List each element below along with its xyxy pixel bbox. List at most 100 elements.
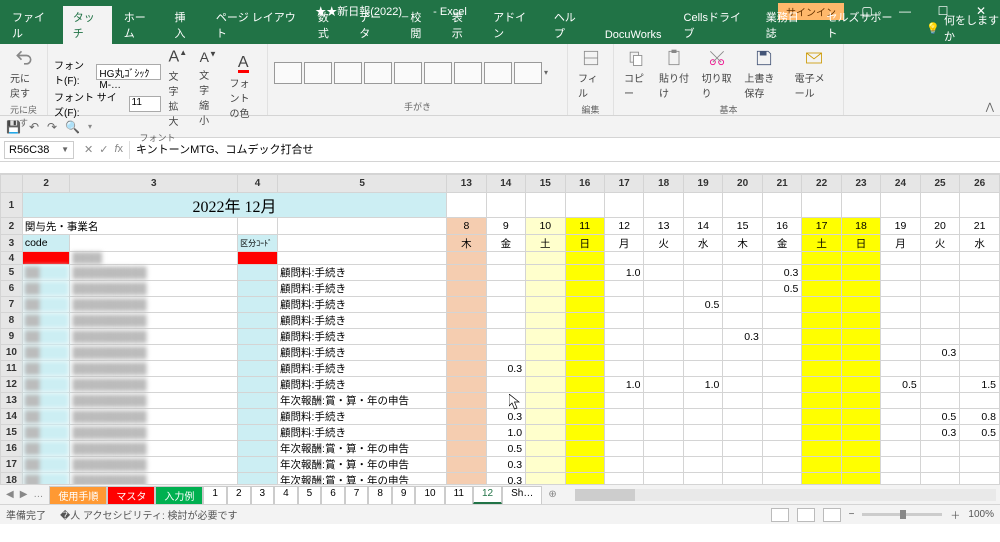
- column-header[interactable]: 25: [920, 175, 960, 193]
- value-cell[interactable]: [802, 265, 841, 281]
- value-cell[interactable]: [960, 281, 1000, 297]
- blurred-cell[interactable]: ██████████: [70, 409, 238, 425]
- sheet-tab[interactable]: 1: [203, 486, 227, 504]
- value-cell[interactable]: [881, 252, 921, 265]
- value-cell[interactable]: [644, 313, 683, 329]
- column-header[interactable]: 19: [683, 175, 723, 193]
- sheet-tab[interactable]: 8: [368, 486, 392, 504]
- blurred-cell[interactable]: ██: [22, 473, 70, 485]
- value-cell[interactable]: 0.3: [762, 265, 802, 281]
- blurred-cell[interactable]: ██████████: [70, 313, 238, 329]
- day-of-week[interactable]: 月: [881, 235, 921, 252]
- value-cell[interactable]: [881, 345, 921, 361]
- value-cell[interactable]: [960, 297, 1000, 313]
- blurred-cell[interactable]: ██████████: [70, 345, 238, 361]
- value-cell[interactable]: [683, 252, 723, 265]
- value-cell[interactable]: [526, 297, 565, 313]
- value-cell[interactable]: [881, 281, 921, 297]
- ribbon-tab-2[interactable]: ホーム: [114, 6, 163, 44]
- day-of-week[interactable]: 火: [644, 235, 683, 252]
- zoom-out-icon[interactable]: −: [849, 509, 855, 520]
- value-cell[interactable]: [447, 329, 486, 345]
- day-number[interactable]: 20: [920, 218, 960, 235]
- value-cell[interactable]: [920, 313, 960, 329]
- ribbon-tab-4[interactable]: ページ レイアウト: [206, 6, 306, 44]
- value-cell[interactable]: [447, 297, 486, 313]
- column-header[interactable]: 18: [644, 175, 683, 193]
- value-cell[interactable]: [526, 361, 565, 377]
- ribbon-tab-3[interactable]: 挿入: [165, 6, 204, 44]
- value-cell[interactable]: [604, 281, 644, 297]
- font-smaller-button[interactable]: A▼文字縮小: [195, 47, 221, 129]
- value-cell[interactable]: [604, 457, 644, 473]
- value-cell[interactable]: [723, 281, 763, 297]
- value-cell[interactable]: [723, 473, 763, 485]
- value-cell[interactable]: [644, 377, 683, 393]
- value-cell[interactable]: [881, 441, 921, 457]
- value-cell[interactable]: [881, 361, 921, 377]
- row-header[interactable]: 15: [1, 425, 23, 441]
- column-header[interactable]: 16: [565, 175, 604, 193]
- pen-style-icon[interactable]: [514, 62, 542, 84]
- value-cell[interactable]: [604, 441, 644, 457]
- value-cell[interactable]: [447, 409, 486, 425]
- task-cell[interactable]: 顧問料:手続き: [278, 361, 447, 377]
- value-cell[interactable]: [604, 313, 644, 329]
- value-cell[interactable]: [565, 313, 604, 329]
- value-cell[interactable]: [565, 265, 604, 281]
- day-number[interactable]: 12: [604, 218, 644, 235]
- value-cell[interactable]: [644, 329, 683, 345]
- ribbon-tab-11[interactable]: DocuWorks: [595, 26, 672, 44]
- cut-button[interactable]: 切り取り: [698, 46, 737, 102]
- cell[interactable]: [238, 329, 278, 345]
- value-cell[interactable]: [565, 457, 604, 473]
- value-cell[interactable]: [565, 441, 604, 457]
- sheet-tab[interactable]: 6: [321, 486, 345, 504]
- value-cell[interactable]: [881, 409, 921, 425]
- value-cell[interactable]: [526, 329, 565, 345]
- sheet-tab[interactable]: 12: [473, 486, 502, 504]
- value-cell[interactable]: [802, 313, 841, 329]
- value-cell[interactable]: [683, 457, 723, 473]
- blurred-cell[interactable]: ██████████: [70, 393, 238, 409]
- value-cell[interactable]: [565, 393, 604, 409]
- column-header[interactable]: 23: [841, 175, 880, 193]
- value-cell[interactable]: [565, 473, 604, 485]
- value-cell[interactable]: [802, 409, 841, 425]
- normal-view-icon[interactable]: [771, 508, 789, 522]
- task-cell[interactable]: 顧問料:手続き: [278, 425, 447, 441]
- value-cell[interactable]: [960, 473, 1000, 485]
- sheet-tab[interactable]: 3: [251, 486, 275, 504]
- value-cell[interactable]: [723, 361, 763, 377]
- day-of-week[interactable]: 水: [683, 235, 723, 252]
- blurred-cell[interactable]: ██: [22, 281, 70, 297]
- task-cell[interactable]: 年次報酬:賞・算・年の申告: [278, 473, 447, 485]
- value-cell[interactable]: [881, 297, 921, 313]
- value-cell[interactable]: [841, 361, 880, 377]
- sheet-nav-next-icon[interactable]: ▶: [20, 489, 28, 500]
- value-cell[interactable]: [841, 473, 880, 485]
- value-cell[interactable]: [841, 313, 880, 329]
- day-number[interactable]: 13: [644, 218, 683, 235]
- value-cell[interactable]: [723, 265, 763, 281]
- task-cell[interactable]: 顧問料:手続き: [278, 281, 447, 297]
- day-number[interactable]: 19: [881, 218, 921, 235]
- value-cell[interactable]: [920, 473, 960, 485]
- sheet-tab[interactable]: 10: [415, 486, 444, 504]
- value-cell[interactable]: [565, 252, 604, 265]
- cell[interactable]: [238, 265, 278, 281]
- scrollbar-thumb[interactable]: [575, 489, 635, 501]
- value-cell[interactable]: [604, 361, 644, 377]
- day-number[interactable]: 21: [960, 218, 1000, 235]
- value-cell[interactable]: [526, 473, 565, 485]
- value-cell[interactable]: 0.3: [723, 329, 763, 345]
- column-header[interactable]: 20: [723, 175, 763, 193]
- value-cell[interactable]: [802, 297, 841, 313]
- value-cell[interactable]: [604, 473, 644, 485]
- value-cell[interactable]: [723, 393, 763, 409]
- column-header[interactable]: 14: [486, 175, 526, 193]
- ribbon-tab-12[interactable]: Cellsドライブ: [674, 6, 754, 44]
- blurred-cell[interactable]: ██: [22, 297, 70, 313]
- value-cell[interactable]: [644, 457, 683, 473]
- ink-pen-gallery[interactable]: ▾: [274, 46, 561, 99]
